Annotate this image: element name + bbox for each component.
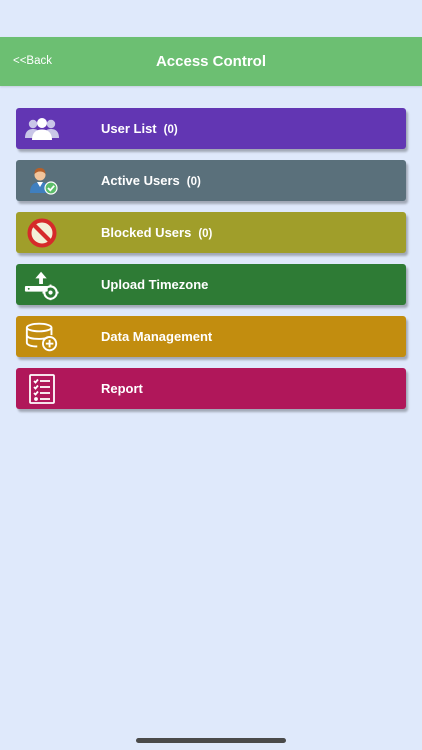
menu-item-upload-timezone[interactable]: Upload Timezone — [16, 264, 406, 305]
database-add-icon — [24, 320, 60, 353]
count-badge: (0) — [198, 228, 213, 240]
menu-item-active-users[interactable]: Active Users (0) — [16, 160, 406, 201]
upload-settings-icon — [24, 268, 60, 301]
menu-item-label: Active Users (0) — [101, 173, 201, 188]
menu-item-label: User List (0) — [101, 121, 178, 136]
menu-item-label: Report — [101, 381, 143, 396]
checklist-report-icon — [24, 372, 60, 405]
home-indicator — [136, 738, 286, 743]
menu-item-data-management[interactable]: Data Management — [16, 316, 406, 357]
menu-item-label: Data Management — [101, 329, 213, 344]
users-group-icon — [24, 112, 60, 145]
page-title: Access Control — [155, 53, 267, 70]
count-badge: (0) — [163, 124, 178, 136]
menu-item-label: Upload Timezone — [101, 277, 209, 292]
menu-item-user-list[interactable]: User List (0) — [16, 108, 406, 149]
menu-item-label: Blocked Users (0) — [101, 225, 213, 240]
app-header: <<Back Access Control — [0, 37, 422, 86]
menu-list: User List (0) Active Users (0) Blocked Use… — [16, 108, 406, 420]
count-badge: (0) — [186, 176, 201, 188]
menu-item-blocked-users[interactable]: Blocked Users (0) — [16, 212, 406, 253]
menu-item-report[interactable]: Report — [16, 368, 406, 409]
blocked-icon — [24, 216, 60, 249]
active-user-icon — [24, 164, 60, 197]
